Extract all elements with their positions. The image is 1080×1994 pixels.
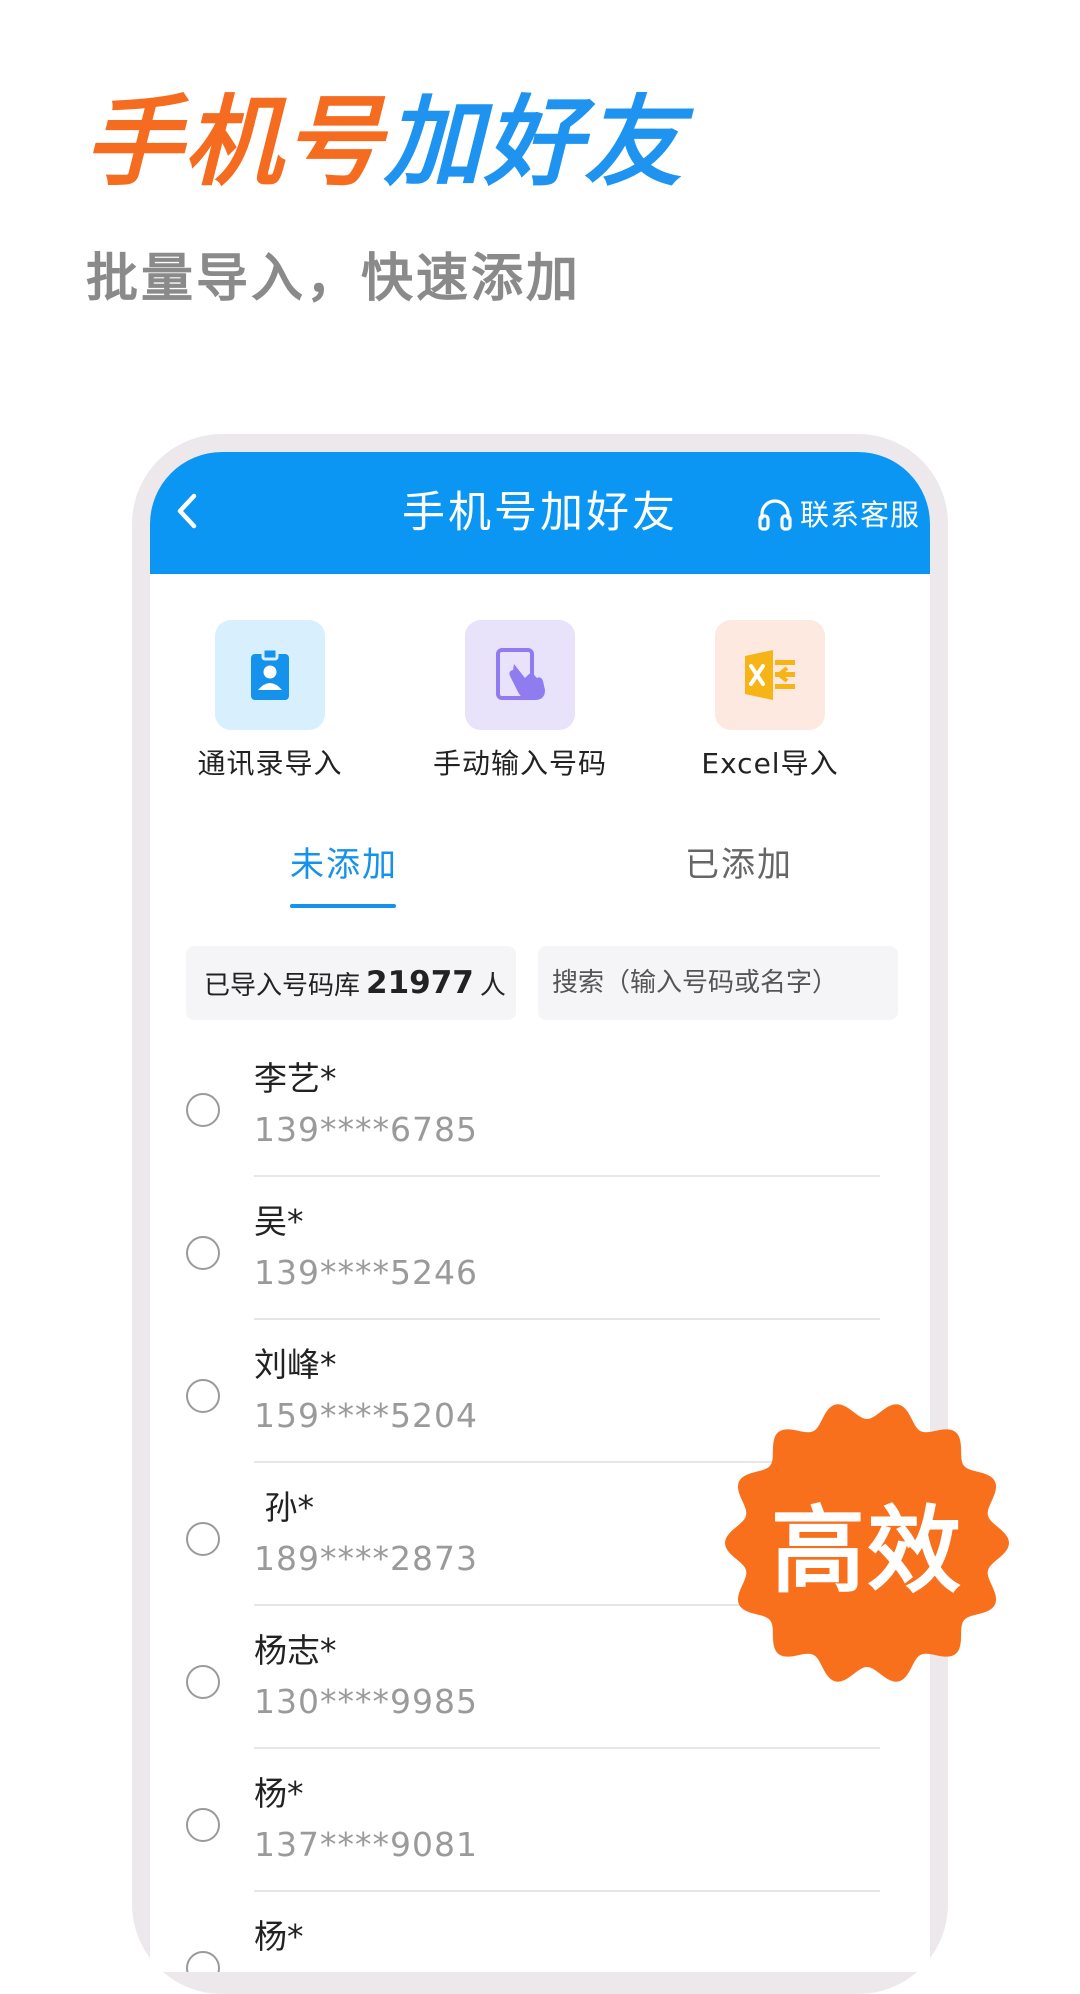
select-radio[interactable] (186, 1951, 220, 1972)
contacts-import-tile (215, 620, 325, 730)
contact-name: 杨* (254, 1917, 304, 1956)
manual-input-button[interactable]: 手动输入号码 (400, 620, 640, 782)
import-count-suffix: 人 (479, 970, 506, 1001)
headset-icon (758, 499, 792, 531)
contact-row[interactable]: 杨* (162, 1892, 918, 1972)
excel-import-icon (745, 650, 795, 700)
contact-name: 杨* (254, 1774, 304, 1813)
select-radio[interactable] (186, 1379, 220, 1413)
excel-import-button[interactable]: Excel导入 (650, 620, 890, 782)
contact-phone: 130****9985 (254, 1682, 478, 1721)
tab-active-indicator (290, 904, 396, 908)
search-input[interactable] (538, 946, 898, 1020)
select-radio[interactable] (186, 1236, 220, 1270)
select-radio[interactable] (186, 1522, 220, 1556)
efficiency-badge: 高效 (722, 1398, 1012, 1688)
import-count-number: 21977 (366, 965, 474, 1001)
import-count-box: 已导入号码库 21977 人 (186, 946, 516, 1020)
contact-name: 杨志* (254, 1631, 337, 1670)
navbar: 手机号加好友 联系客服 (150, 452, 930, 574)
select-radio[interactable] (186, 1665, 220, 1699)
hero-subtitle: 批量导入，快速添加 (86, 249, 582, 309)
contact-name: 孙* (254, 1488, 314, 1527)
contacts-import-label: 通讯录导入 (197, 747, 343, 780)
manual-input-tile (465, 620, 575, 730)
hand-tap-icon (496, 648, 545, 700)
hero-title-orange: 手机号 (84, 86, 385, 200)
contact-phone: 139****6785 (254, 1110, 478, 1149)
contact-support-button[interactable]: 联系客服 (756, 496, 920, 534)
contact-name: 吴* (254, 1202, 304, 1241)
hero-title: 手机号加好友 (84, 89, 684, 198)
contact-row[interactable]: 吴* 139****5246 (162, 1177, 918, 1320)
excel-import-tile (715, 620, 825, 730)
badge-label: 高效 (770, 1497, 963, 1606)
contact-phone: 159****5204 (254, 1396, 478, 1435)
contact-phone: 139****5246 (254, 1253, 478, 1292)
contact-support-label: 联系客服 (799, 497, 920, 532)
select-radio[interactable] (186, 1093, 220, 1127)
tab-not-added[interactable]: 未添加 (290, 837, 398, 886)
contact-name: 刘峰* (254, 1345, 337, 1384)
contact-phone: 137****9081 (254, 1825, 478, 1864)
contact-name: 李艺* (254, 1059, 337, 1098)
contacts-import-button[interactable]: 通讯录导入 (150, 620, 390, 782)
contact-phone: 189****2873 (254, 1539, 478, 1578)
contact-row[interactable]: 李艺* 139****6785 (162, 1034, 918, 1177)
tab-added[interactable]: 已添加 (685, 837, 793, 886)
excel-import-label: Excel导入 (701, 747, 839, 780)
select-radio[interactable] (186, 1808, 220, 1842)
manual-input-label: 手动输入号码 (432, 747, 607, 780)
contact-card-icon (251, 647, 289, 700)
contact-row[interactable]: 杨* 137****9081 (162, 1749, 918, 1892)
phone-screen: 手机号加好友 联系客服 通讯录导入 手动输入号码 Excel导入 未添加 已添加… (150, 452, 930, 1972)
hero-title-blue: 加好友 (384, 86, 685, 200)
import-count-prefix: 已导入号码库 (204, 970, 361, 1001)
